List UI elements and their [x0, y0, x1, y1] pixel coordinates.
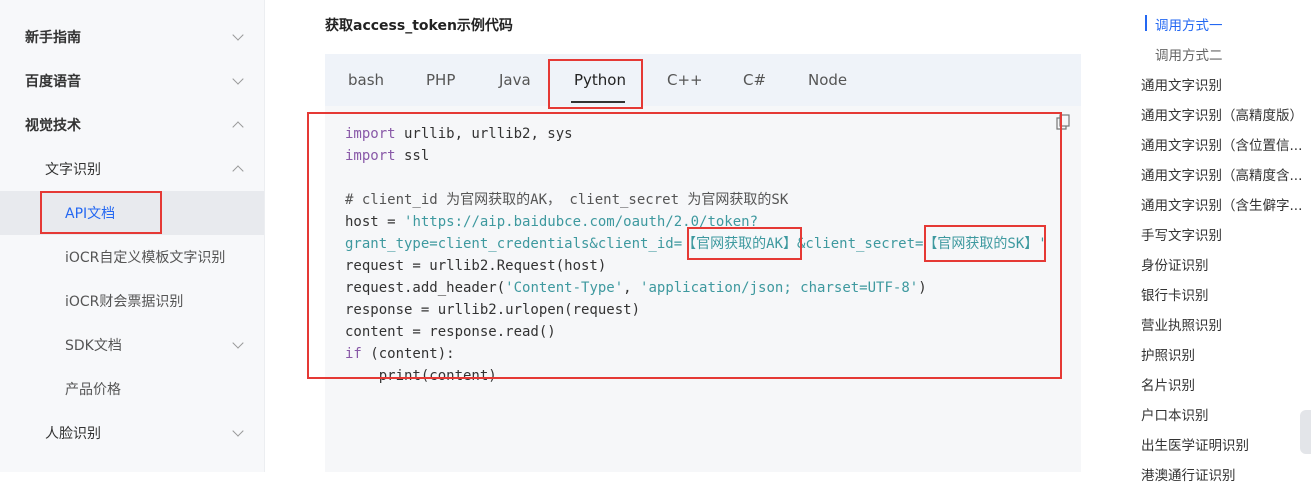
code-token: grant_type=client_credentials&client_id=… — [345, 236, 1047, 252]
code-token: (content): — [361, 346, 455, 362]
code-line: import urllib, urllib2, sys — [345, 123, 573, 145]
code-token: import — [345, 126, 396, 142]
chevron-down-icon — [232, 337, 244, 349]
sidebar-item-ocr[interactable]: 文字识别 — [0, 147, 264, 191]
code-token: print(content) — [345, 368, 497, 384]
code-token: 'https://aip.baidubce.com/oauth/2.0/toke… — [404, 214, 759, 230]
sidebar-item-label: 新手指南 — [25, 30, 81, 46]
toc-item[interactable]: 手写文字识别 — [1141, 224, 1222, 244]
code-line: host = 'https://aip.baidubce.com/oauth/2… — [345, 211, 758, 233]
tab-cpp[interactable]: C++ — [667, 54, 703, 106]
copy-icon[interactable] — [1056, 114, 1070, 130]
code-line: request = urllib2.Request(host) — [345, 255, 606, 277]
code-line: content = response.read() — [345, 321, 556, 343]
sidebar-item-vision-tech[interactable]: 视觉技术 — [0, 103, 264, 147]
sidebar-item-label: iOCR财会票据识别 — [65, 294, 184, 310]
code-token: , — [623, 280, 641, 296]
scrollbar-thumb[interactable] — [1300, 410, 1311, 454]
chevron-up-icon — [232, 165, 244, 177]
tab-csharp[interactable]: C# — [743, 54, 766, 106]
sidebar-nav: 新手指南 百度语音 视觉技术 文字识别 API文档 iOCR自定义模板文字识别 … — [0, 0, 265, 472]
sidebar-item-face-recognition[interactable]: 人脸识别 — [0, 411, 264, 455]
toc-item[interactable]: 户口本识别 — [1141, 404, 1209, 424]
toc-item[interactable]: 名片识别 — [1141, 374, 1195, 394]
sidebar-item-label: 人脸识别 — [45, 426, 101, 442]
sidebar-item-label: 文字识别 — [45, 162, 101, 178]
chevron-up-icon — [232, 121, 244, 133]
active-tab-indicator — [571, 101, 625, 103]
sidebar-item-label: SDK文档 — [65, 338, 122, 354]
code-token: request.add_header( — [345, 280, 506, 296]
toc-item[interactable]: 通用文字识别（含生僻字... — [1141, 194, 1302, 214]
sidebar-item-sdk-docs[interactable]: SDK文档 — [0, 323, 264, 367]
sidebar-item-pricing[interactable]: 产品价格 — [0, 367, 264, 411]
chevron-down-icon — [232, 29, 244, 41]
sidebar-item-iocr-template[interactable]: iOCR自定义模板文字识别 — [0, 235, 264, 279]
code-token: 'application/json; charset=UTF-8' — [640, 280, 919, 296]
tab-node[interactable]: Node — [808, 54, 847, 106]
toc-item[interactable]: 调用方式一 — [1155, 14, 1223, 34]
sidebar-item-api-docs[interactable]: API文档 — [0, 191, 264, 235]
code-token: 'Content-Type' — [505, 280, 624, 296]
toc-item[interactable]: 银行卡识别 — [1141, 284, 1209, 304]
toc-item[interactable]: 身份证识别 — [1141, 254, 1209, 274]
sidebar-item-label: 视觉技术 — [25, 118, 81, 134]
sidebar-item-iocr-finance[interactable]: iOCR财会票据识别 — [0, 279, 264, 323]
code-token: host = — [345, 214, 405, 230]
code-line: request.add_header('Content-Type', 'appl… — [345, 277, 927, 299]
toc-item[interactable]: 通用文字识别 — [1141, 74, 1222, 94]
code-line: import ssl — [345, 145, 429, 167]
code-token: if — [345, 346, 362, 362]
code-line: response = urllib2.urlopen(request) — [345, 299, 640, 321]
toc-item[interactable]: 出生医学证明识别 — [1141, 434, 1249, 454]
tab-python[interactable]: Python — [574, 54, 626, 106]
code-token: ) — [918, 280, 927, 296]
sidebar-item-label: iOCR自定义模板文字识别 — [65, 250, 226, 266]
code-line: print(content) — [345, 365, 497, 387]
toc-item[interactable]: 护照识别 — [1141, 344, 1195, 364]
sidebar-item-new-user-guide[interactable]: 新手指南 — [0, 15, 264, 59]
code-token: urllib, urllib2, sys — [395, 126, 573, 142]
toc-active-indicator — [1145, 15, 1147, 31]
chevron-down-icon — [232, 73, 244, 85]
toc-item[interactable]: 调用方式二 — [1155, 44, 1223, 64]
toc-item[interactable]: 通用文字识别（高精度版） — [1141, 104, 1303, 124]
page-title: 获取access_token示例代码 — [325, 18, 513, 34]
sidebar-item-label: API文档 — [65, 206, 116, 222]
code-token: request = urllib2.Request(host) — [345, 258, 607, 274]
code-token: content = response.read() — [345, 324, 556, 340]
chevron-down-icon — [232, 425, 244, 437]
toc-item[interactable]: 营业执照识别 — [1141, 314, 1222, 334]
tab-php[interactable]: PHP — [426, 54, 455, 106]
code-token: import — [345, 148, 396, 164]
sidebar-item-baidu-speech[interactable]: 百度语音 — [0, 59, 264, 103]
toc-item[interactable]: 通用文字识别（高精度含... — [1141, 164, 1302, 184]
tab-bash[interactable]: bash — [348, 54, 384, 106]
code-line: # client_id 为官网获取的AK， client_secret 为官网获… — [345, 189, 788, 211]
tab-java[interactable]: Java — [499, 54, 531, 106]
sidebar-item-label: 百度语音 — [25, 74, 81, 90]
sidebar-item-label: 产品价格 — [65, 382, 121, 398]
toc-item[interactable]: 通用文字识别（含位置信... — [1141, 134, 1302, 154]
code-token: response = urllib2.urlopen(request) — [345, 302, 641, 318]
code-line: if (content): — [345, 343, 455, 365]
code-line: grant_type=client_credentials&client_id=… — [345, 233, 1047, 255]
code-token: ssl — [395, 148, 430, 164]
code-token: # client_id 为官网获取的AK， client_secret 为官网获… — [345, 192, 789, 208]
toc-item[interactable]: 港澳通行证识别 — [1141, 464, 1236, 484]
